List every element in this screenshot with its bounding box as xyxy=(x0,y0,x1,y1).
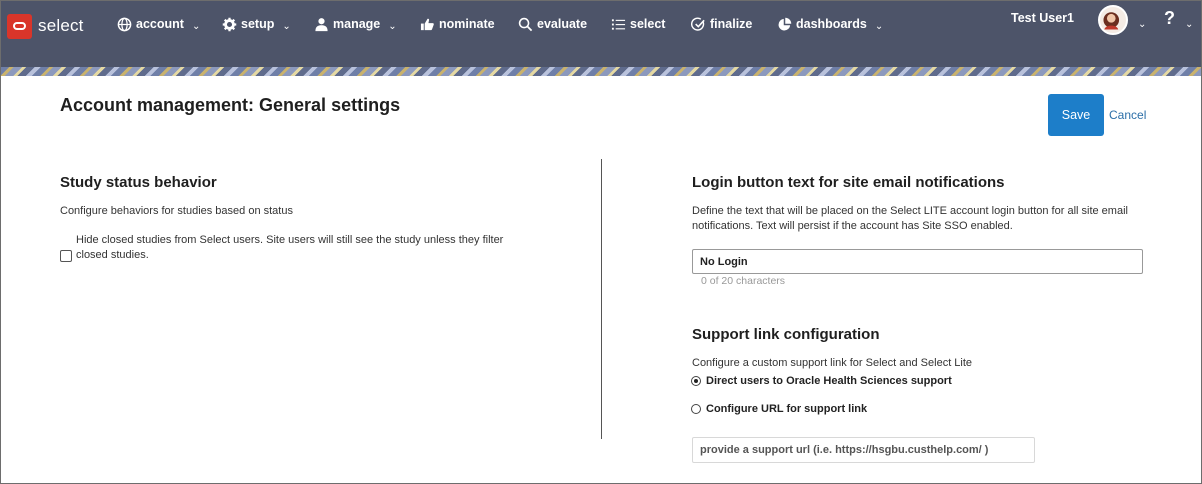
login-button-text-input[interactable] xyxy=(692,249,1143,274)
nav-account-label: account xyxy=(136,17,184,31)
study-status-heading: Study status behavior xyxy=(60,174,217,191)
cancel-link[interactable]: Cancel xyxy=(1109,108,1146,122)
gear-icon xyxy=(221,16,237,32)
support-link-description: Configure a custom support link for Sele… xyxy=(692,357,973,369)
search-icon xyxy=(517,16,533,32)
user-avatar[interactable] xyxy=(1098,5,1128,35)
study-status-description: Configure behaviors for studies based on… xyxy=(60,205,293,217)
nav-select-link[interactable]: select xyxy=(610,14,665,34)
chevron-down-icon: ⌄ xyxy=(874,20,884,32)
nav-finalize-label: finalize xyxy=(710,17,753,31)
radio-custom-url-label: Configure URL for support link xyxy=(706,403,868,415)
save-button[interactable]: Save xyxy=(1048,94,1104,136)
nav-setup-label: setup xyxy=(241,17,275,31)
page-title: Account management: General settings xyxy=(60,95,401,115)
thumbs-up-icon xyxy=(419,16,435,32)
nav-select-label: select xyxy=(630,17,666,31)
nav-manage-menu[interactable]: manage ⌄ xyxy=(313,14,397,34)
nav-nominate-label: nominate xyxy=(439,17,495,31)
nav-account-menu[interactable]: account ⌄ xyxy=(116,14,200,34)
top-navigation-bar: select account ⌄ setup ⌄ manage ⌄ nomina… xyxy=(1,1,1201,67)
nav-evaluate-label: evaluate xyxy=(537,17,588,31)
radio-custom-url[interactable]: Configure URL for support link xyxy=(691,403,867,415)
list-icon xyxy=(610,16,626,32)
chevron-down-icon: ⌄ xyxy=(388,20,397,32)
app-name: select xyxy=(38,16,84,35)
hide-closed-studies-checkbox[interactable] xyxy=(60,250,72,262)
radio-oracle-support[interactable]: Direct users to Oracle Health Sciences s… xyxy=(691,375,952,387)
person-icon xyxy=(313,16,329,32)
user-name: Test User1 xyxy=(1011,11,1074,25)
hide-closed-studies-label: Hide closed studies from Select users. S… xyxy=(76,234,504,261)
nav-evaluate-link[interactable]: evaluate xyxy=(517,14,587,34)
nav-setup-menu[interactable]: setup ⌄ xyxy=(221,14,291,34)
decorative-banner xyxy=(1,67,1201,76)
globe-icon xyxy=(116,16,132,32)
nav-dashboards-label: dashboards xyxy=(796,17,867,31)
oracle-logo-icon xyxy=(7,13,32,39)
nav-finalize-link[interactable]: finalize xyxy=(690,14,752,34)
check-circle-icon xyxy=(690,16,706,32)
help-icon[interactable]: ? xyxy=(1164,8,1175,29)
user-menu-chevron-icon[interactable]: ⌄ xyxy=(1138,19,1146,30)
column-divider xyxy=(601,159,602,439)
chevron-down-icon: ⌄ xyxy=(282,20,291,32)
support-link-heading: Support link configuration xyxy=(692,326,880,343)
pie-chart-icon xyxy=(776,16,792,32)
character-counter: 0 of 20 characters xyxy=(701,275,786,287)
nav-dashboards-menu[interactable]: dashboards ⌄ xyxy=(776,14,883,34)
nav-manage-label: manage xyxy=(333,17,381,31)
support-url-input[interactable] xyxy=(692,437,1035,463)
radio-oracle-support-label: Direct users to Oracle Health Sciences s… xyxy=(706,375,952,387)
radio-unselected-icon[interactable] xyxy=(691,404,701,414)
login-button-heading: Login button text for site email notific… xyxy=(692,174,1005,191)
login-button-description: Define the text that will be placed on t… xyxy=(692,205,1128,232)
radio-selected-icon[interactable] xyxy=(691,376,701,386)
app-logo[interactable]: select xyxy=(7,13,84,39)
help-menu-chevron-icon[interactable]: ⌄ xyxy=(1185,19,1193,30)
chevron-down-icon: ⌄ xyxy=(191,20,201,32)
nav-nominate-link[interactable]: nominate xyxy=(419,14,495,34)
